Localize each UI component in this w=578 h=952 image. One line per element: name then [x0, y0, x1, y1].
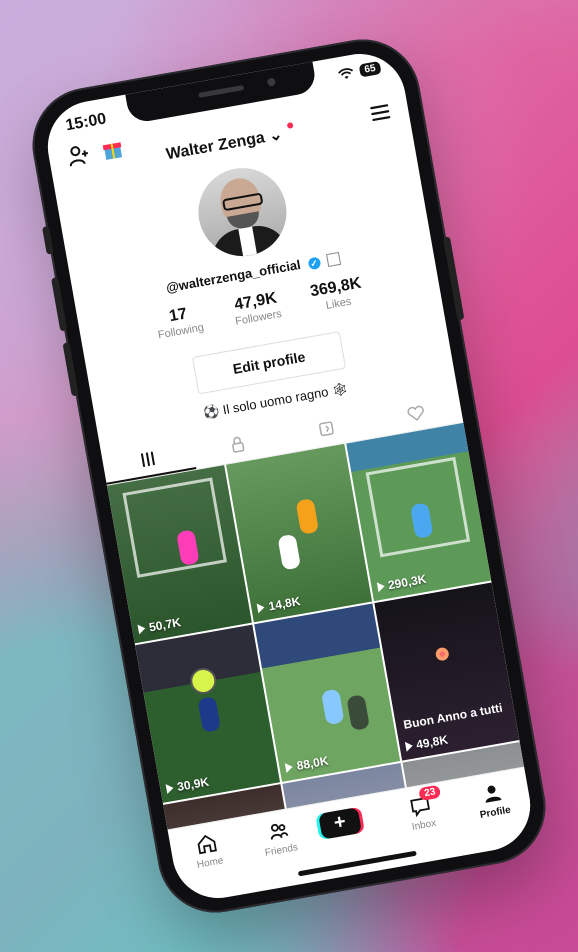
friends-icon	[270, 823, 288, 840]
display-name: Walter Zenga	[164, 129, 267, 164]
qr-code-icon[interactable]	[326, 251, 342, 268]
heart-icon	[407, 405, 424, 421]
play-icon	[285, 761, 294, 773]
player	[197, 696, 222, 733]
soccer-ball-icon: ⚽	[202, 403, 221, 421]
player	[277, 533, 302, 571]
view-count: 290,3K	[376, 572, 427, 594]
view-count: 49,8K	[404, 733, 449, 754]
speaker	[198, 84, 245, 98]
player	[295, 498, 320, 535]
view-count: 14,8K	[256, 594, 302, 615]
bio-text: Il solo uomo ragno	[221, 384, 330, 418]
views-text: 50,7K	[147, 615, 182, 635]
lock-icon	[231, 436, 245, 453]
stat-followers[interactable]: 47,9K Followers	[231, 289, 283, 328]
views-text: 14,8K	[267, 594, 302, 614]
nav-inbox[interactable]: 23 Inbox	[389, 784, 455, 836]
soccer-ball	[188, 665, 219, 697]
view-count: 88,0K	[285, 754, 330, 775]
profile-icon	[485, 785, 502, 803]
notification-dot	[286, 121, 294, 129]
views-text: 30,9K	[176, 774, 211, 795]
views-text: 290,3K	[386, 571, 428, 593]
verified-icon: ✓	[307, 256, 322, 271]
home-indicator	[297, 850, 417, 877]
video-thumbnail[interactable]: 290,3K	[345, 422, 492, 602]
nav-profile[interactable]: Profile	[460, 777, 526, 824]
view-count: 50,7K	[137, 615, 182, 636]
wifi-icon	[337, 67, 353, 79]
view-count: 30,9K	[165, 775, 210, 796]
player	[346, 694, 371, 731]
status-icons: 65	[337, 61, 382, 81]
video-thumbnail[interactable]: Buon Anno a tutti 49,8K	[374, 582, 520, 761]
nav-label: Home	[196, 855, 225, 871]
play-icon	[256, 602, 266, 614]
video-caption: Buon Anno a tutti	[402, 700, 504, 732]
camera	[266, 77, 276, 87]
spider-web-icon: 🕸	[330, 380, 350, 399]
player	[321, 688, 345, 726]
chevron-down-icon: ⌄	[267, 126, 284, 146]
nav-create[interactable]: +	[318, 802, 382, 840]
battery-indicator: 65	[358, 61, 382, 78]
goal-net	[122, 477, 228, 578]
play-icon	[137, 623, 147, 635]
views-text: 88,0K	[295, 753, 330, 773]
grid-icon	[141, 451, 156, 467]
avatar[interactable]	[191, 161, 294, 264]
stat-likes[interactable]: 369,8K Likes	[309, 275, 365, 314]
create-button: +	[318, 807, 363, 840]
stat-following[interactable]: 17 Following	[154, 303, 205, 341]
play-icon	[404, 740, 414, 752]
play-icon	[376, 581, 386, 593]
nav-home[interactable]: Home	[175, 827, 241, 874]
home-icon	[197, 834, 218, 855]
fireworks	[414, 626, 470, 682]
play-icon	[165, 782, 175, 794]
bookmark-icon	[319, 421, 335, 437]
status-time: 15:00	[64, 110, 108, 135]
inbox-badge: 23	[418, 784, 442, 802]
nav-friends[interactable]: Friends	[246, 814, 312, 861]
views-text: 49,8K	[415, 732, 450, 752]
nav-label: Inbox	[411, 817, 438, 833]
